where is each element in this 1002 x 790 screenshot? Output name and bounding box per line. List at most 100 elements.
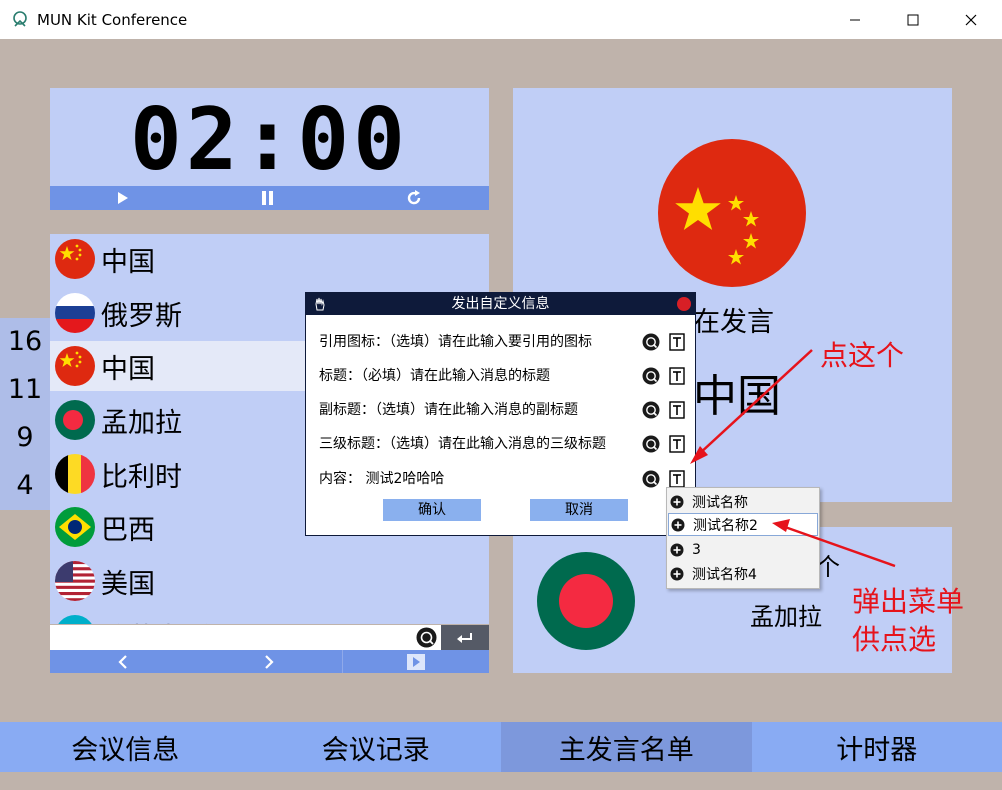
enter-button[interactable] <box>441 625 489 650</box>
next-speaker-name: 孟加拉 <box>750 603 822 631</box>
cancel-button[interactable]: 取消 <box>530 499 628 521</box>
custom-message-dialog: 发出自定义信息 引用图标：（选填）请在此输入要引用的图标 标题：（必填）请在此输… <box>305 292 696 536</box>
text-field-icon[interactable] <box>669 470 685 488</box>
emoji-icon[interactable] <box>416 627 437 648</box>
number-column: 16 11 9 4 <box>0 318 50 510</box>
belgium-flag-icon <box>55 454 95 494</box>
title-bar: MUN Kit Conference <box>0 0 1002 39</box>
text-field-icon[interactable] <box>669 333 685 351</box>
app-logo-icon <box>13 10 27 27</box>
field-label: 三级标题：（选填）请在此输入消息的三级标题 <box>319 436 606 452</box>
title-field-row[interactable]: 标题：（必填）请在此输入消息的标题 <box>319 365 685 387</box>
play-box-icon <box>407 653 425 670</box>
annotation-click-this: 点这个 <box>820 339 905 372</box>
menu-item-label: 测试名称 <box>692 494 748 511</box>
dialog-title: 发出自定义信息 <box>451 296 550 312</box>
annotation-popup-line2: 供点选 <box>852 623 937 656</box>
country-name: 比利时 <box>101 461 182 493</box>
field-label: 内容： 测试2哈哈哈 <box>319 471 445 487</box>
list-item[interactable]: 美国 <box>50 556 489 606</box>
pause-icon[interactable] <box>258 188 278 208</box>
chevron-right-icon <box>265 654 274 669</box>
brazil-flag-icon <box>55 507 95 547</box>
plus-circle-icon <box>671 518 685 531</box>
emoji-icon[interactable] <box>642 401 660 419</box>
menu-item[interactable]: 测试名称 <box>668 490 818 513</box>
close-window-button[interactable] <box>942 0 1000 39</box>
bangladesh-flag-icon <box>55 400 95 440</box>
bangladesh-flag-icon <box>537 552 635 650</box>
list-number: 16 <box>7 326 43 357</box>
list-item[interactable]: 中国 <box>50 234 489 284</box>
country-name: 哈萨克斯坦 <box>101 616 236 625</box>
list-item[interactable]: 哈萨克斯坦 <box>50 610 489 624</box>
country-name: 俄罗斯 <box>101 300 182 332</box>
field-label: 副标题：（选填）请在此输入消息的副标题 <box>319 402 578 418</box>
menu-item[interactable]: 测试名称4 <box>668 562 818 585</box>
enter-icon <box>457 632 472 643</box>
maximize-icon <box>907 14 919 25</box>
menu-item-label: 测试名称4 <box>692 566 757 583</box>
usa-flag-icon <box>55 561 95 601</box>
emoji-icon[interactable] <box>642 367 660 385</box>
list-navigation <box>50 650 489 673</box>
third-title-field-row[interactable]: 三级标题：（选填）请在此输入消息的三级标题 <box>319 433 685 455</box>
plus-circle-icon <box>670 567 684 580</box>
emoji-icon[interactable] <box>642 333 660 351</box>
template-popup-menu: 测试名称 测试名称2 3 测试名称4 <box>666 487 820 589</box>
dialog-close-icon[interactable] <box>677 297 691 311</box>
timer-panel: 02:00 <box>50 88 489 210</box>
timer-controls <box>50 186 489 210</box>
chevron-left-icon <box>118 654 127 669</box>
list-number: 9 <box>16 422 34 453</box>
timer-display: 02:00 <box>130 90 409 190</box>
subtitle-field-row[interactable]: 副标题：（选填）请在此输入消息的副标题 <box>319 399 685 421</box>
play-icon[interactable] <box>112 188 132 208</box>
menu-item-label: 3 <box>692 541 701 558</box>
current-speaker-name: 中国 <box>693 371 781 422</box>
emoji-icon[interactable] <box>642 435 660 453</box>
annotation-popup-line1: 弹出菜单 <box>852 585 965 618</box>
menu-item-hovered[interactable]: 测试名称2 <box>668 513 818 536</box>
kazakhstan-flag-icon <box>55 615 95 624</box>
list-number: 4 <box>16 470 34 501</box>
bottom-tab-bar: 会议信息 会议记录 主发言名单 计时器 <box>0 722 1002 772</box>
confirm-button[interactable]: 确认 <box>383 499 481 521</box>
list-number: 11 <box>7 374 43 405</box>
china-flag-icon <box>55 239 95 279</box>
emoji-icon[interactable] <box>642 470 660 488</box>
tab-speaker-list[interactable]: 主发言名单 <box>501 722 752 772</box>
china-flag-icon <box>658 139 806 287</box>
text-field-icon[interactable] <box>669 435 685 453</box>
menu-item-label: 测试名称2 <box>693 517 758 534</box>
country-name: 美国 <box>101 568 155 600</box>
tab-timer[interactable]: 计时器 <box>752 722 1002 772</box>
reset-icon[interactable] <box>404 188 424 208</box>
text-field-icon[interactable] <box>669 367 685 385</box>
prev-page-button[interactable] <box>50 650 196 673</box>
field-label: 标题：（必填）请在此输入消息的标题 <box>319 368 550 384</box>
next-page-button[interactable] <box>196 650 342 673</box>
russia-flag-icon <box>55 293 95 333</box>
country-name: 孟加拉 <box>101 407 182 439</box>
dialog-header: 发出自定义信息 <box>306 293 695 315</box>
plus-circle-icon <box>670 543 684 556</box>
speaking-status: 在发言 <box>693 307 774 338</box>
icon-field-row[interactable]: 引用图标：（选填）请在此输入要引用的图标 <box>319 331 685 353</box>
tab-meeting-records[interactable]: 会议记录 <box>251 722 502 772</box>
minimize-icon <box>850 19 860 20</box>
field-label: 引用图标：（选填）请在此输入要引用的图标 <box>319 334 592 350</box>
plus-circle-icon <box>670 495 684 508</box>
play-list-button[interactable] <box>342 650 489 673</box>
message-input[interactable] <box>50 625 489 650</box>
menu-item[interactable]: 3 <box>668 538 818 561</box>
close-icon <box>965 14 977 25</box>
content-field-row[interactable]: 内容： 测试2哈哈哈 <box>319 468 685 490</box>
country-name: 中国 <box>101 246 155 278</box>
tab-meeting-info[interactable]: 会议信息 <box>0 722 251 772</box>
country-name: 巴西 <box>101 514 155 546</box>
minimize-button[interactable] <box>826 0 884 39</box>
text-field-icon[interactable] <box>669 401 685 419</box>
country-name: 中国 <box>101 353 155 385</box>
maximize-button[interactable] <box>884 0 942 39</box>
